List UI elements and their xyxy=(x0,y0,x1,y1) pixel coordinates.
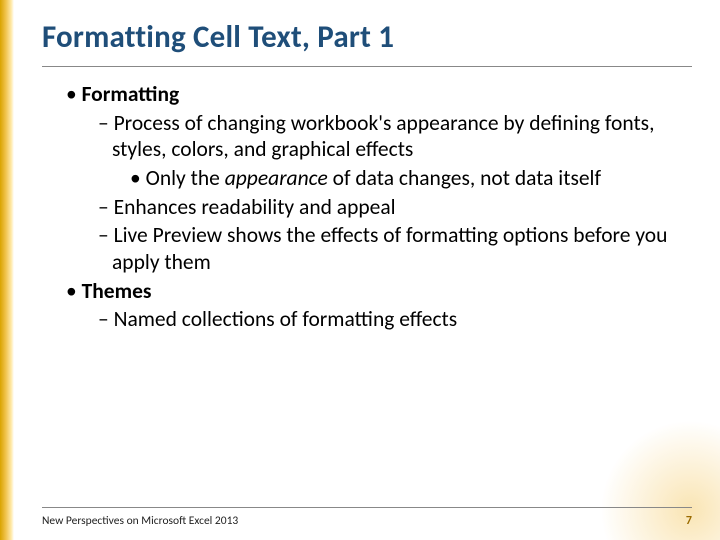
bullet-formatting-readability: Enhances readability and appeal xyxy=(42,194,692,221)
title-divider xyxy=(42,66,692,67)
content-area: Formatting Process of changing workbook'… xyxy=(42,81,692,333)
bullet-themes: Themes xyxy=(42,278,692,305)
slide-footer: New Perspectives on Microsoft Excel 2013… xyxy=(0,507,720,528)
text-post: of data changes, not data itself xyxy=(328,165,601,191)
bullet-formatting-live-preview: Live Preview shows the effects of format… xyxy=(42,222,692,275)
bullet-themes-definition: Named collections of formatting effects xyxy=(42,306,692,333)
bullet-themes-label: Themes xyxy=(82,278,152,304)
bullet-formatting-definition: Process of changing workbook's appearanc… xyxy=(42,110,692,163)
slide-title: Formatting Cell Text, Part 1 xyxy=(42,18,692,56)
footer-text: New Perspectives on Microsoft Excel 2013 xyxy=(42,514,238,528)
bullet-formatting-label: Formatting xyxy=(82,81,180,107)
bullet-formatting: Formatting xyxy=(42,81,692,108)
page-number: 7 xyxy=(686,514,692,528)
footer-divider xyxy=(42,507,692,508)
footer-row: New Perspectives on Microsoft Excel 2013… xyxy=(42,514,692,528)
slide-body: Formatting Cell Text, Part 1 Formatting … xyxy=(14,0,720,540)
bullet-formatting-appearance-note: Only the appearance of data changes, not… xyxy=(42,165,692,192)
text-emphasis-appearance: appearance xyxy=(225,165,328,191)
left-accent-stripe xyxy=(0,0,14,540)
text-pre: Only the xyxy=(146,165,225,191)
